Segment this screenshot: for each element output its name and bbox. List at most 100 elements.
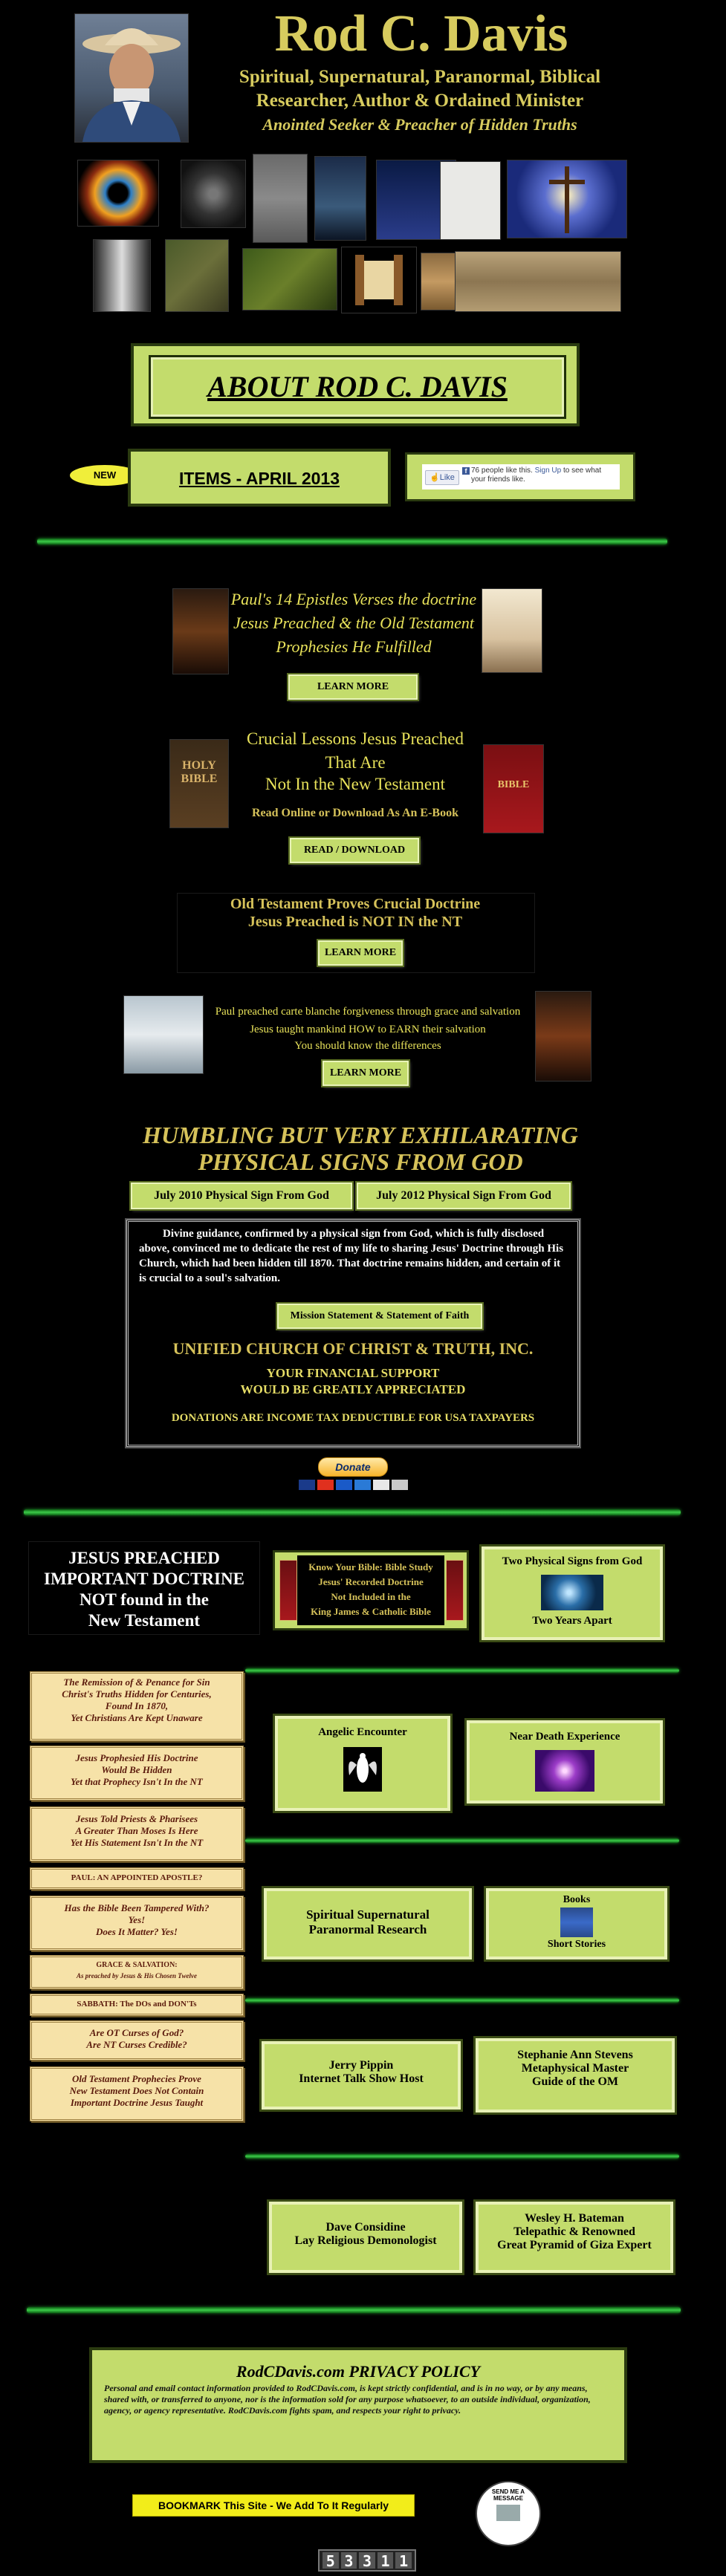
hit-counter: 5 3 3 1 1 [318,2549,416,2572]
left-link-grace[interactable]: GRACE & SALVATION: As preached by Jesus … [30,1955,244,1989]
paul-grace-line1: Paul preached carte blanche forgiveness … [215,1006,521,1018]
wesley-bateman-tile[interactable]: Wesley H. Bateman Telepathic & Renowned … [473,2199,675,2275]
steph-label-3: Guide of the OM [532,2075,618,2088]
spiritual-research-tile[interactable]: Spiritual Supernatural Paranormal Resear… [262,1886,474,1962]
left-link-remission[interactable]: The Remission of & Penance for Sin Chris… [30,1671,244,1741]
learn-more-button-1[interactable]: LEARN MORE [288,674,418,700]
send-message-badge[interactable]: SEND ME A MESSAGE [476,2481,541,2546]
two-signs-thumbnail [541,1575,603,1610]
dave-label-1: Dave Considine [325,2221,406,2234]
ot-proves-line2: Jesus Preached is NOT IN the NT [247,914,463,930]
mission-statement-button[interactable]: Mission Statement & Statement of Faith [277,1304,482,1329]
angel-icon [343,1747,382,1792]
divider-3 [245,1668,679,1673]
left-link-curses-l1: Are OT Curses of God? [89,2027,184,2038]
near-death-experience-tile[interactable]: Near Death Experience [464,1718,665,1806]
left-link-tampered-l1: Has the Bible Been Tampered With? [64,1902,210,1913]
site-subtitle-1: Spiritual, Supernatural, Paranormal, Bib… [239,67,601,87]
thumbs-up-icon: ☝ [430,473,440,482]
doctrine-line1: JESUS PREACHED [68,1549,220,1567]
stephanie-stevens-tile[interactable]: Stephanie Ann Stevens Metaphysical Maste… [473,2036,677,2115]
tax-deductible-note: DONATIONS ARE INCOME TAX DEDUCTIBLE FOR … [171,1412,535,1424]
july-2012-sign-button[interactable]: July 2012 Physical Sign From God [357,1183,571,1209]
header: Rod C. Davis Spiritual, Supernatural, Pa… [0,0,726,323]
kyb-left-bible-icon [279,1560,297,1621]
doctrine-line2: IMPORTANT DOCTRINE [44,1570,244,1588]
helix-nebula-image [77,160,159,227]
left-link-tampered[interactable]: Has the Bible Been Tampered With? Yes! D… [30,1896,244,1951]
holy-bible-label: HOLY BIBLE [181,759,218,785]
site-subtitle-2: Researcher, Author & Ordained Minister [256,91,584,111]
left-link-ot-l3: Important Doctrine Jesus Taught [70,2097,204,2108]
divider-2 [24,1509,681,1515]
steph-label-1: Stephanie Ann Stevens [517,2049,633,2061]
left-link-grace-l2: As preached by Jesus & His Chosen Twelve [77,1972,197,1980]
steph-label-2: Metaphysical Master [521,2062,629,2075]
divider-1 [37,539,667,544]
red-bible-label: BIBLE [497,779,530,790]
facebook-signup-link[interactable]: Sign Up [535,466,562,475]
promo-crucial-line2: That Are [325,753,386,772]
payment-cards-icons [299,1480,410,1490]
donate-button[interactable]: Donate [318,1457,388,1477]
about-banner[interactable]: ABOUT ROD C. DAVIS [149,355,566,419]
items-april-2013-link[interactable]: ITEMS - APRIL 2013 [131,452,388,504]
church-name: UNIFIED CHURCH OF CHRIST & TRUTH, INC. [172,1339,534,1358]
crucifix-image [507,160,627,238]
donate-label: Donate [335,1461,371,1473]
books-short-stories-tile[interactable]: Books Short Stories [484,1886,670,1962]
kyb-line2: Jesus' Recorded Doctrine [318,1576,424,1587]
paul-grace-line3: You should know the differences [294,1040,441,1052]
about-banner-label: ABOUT ROD C. DAVIS [207,370,508,403]
jerry-label-1: Jerry Pippin [328,2059,394,2072]
kyb-line4: King James & Catholic Bible [311,1606,431,1617]
learn-more-button-2[interactable]: LEARN MORE [318,940,403,966]
support-line1: YOUR FINANCIAL SUPPORT [266,1366,440,1380]
learn-more-button-3[interactable]: LEARN MORE [323,1061,409,1086]
ssr-label-2: Paranormal Research [308,1922,427,1936]
left-link-paul-apostle[interactable]: PAUL: AN APPOINTED APOSTLE? [30,1867,244,1890]
angelic-encounter-tile[interactable]: Angelic Encounter [273,1714,453,1813]
mission-paragraph: Divine guidance, confirmed by a physical… [139,1228,564,1284]
hieroglyph-relief-image [455,251,621,312]
facebook-like-widget: ☝Like f 76 people like this. Sign Up to … [407,455,633,499]
facebook-like-label: Like [439,473,455,482]
new-badge: NEW [70,465,140,486]
two-physical-signs-tile[interactable]: Two Physical Signs from God Two Years Ap… [479,1544,665,1642]
bookmark-label: BOOKMARK This Site - We Add To It Regula… [158,2499,389,2511]
left-link-remission-l1: The Remission of & Penance for Sin [63,1676,210,1688]
torah-scroll-image [341,247,417,313]
jerry-pippin-tile[interactable]: Jerry Pippin Internet Talk Show Host [259,2039,463,2112]
bookmark-link[interactable]: BOOKMARK This Site - We Add To It Regula… [132,2494,415,2517]
doctrine-box[interactable]: JESUS PREACHED IMPORTANT DOCTRINE NOT fo… [28,1541,260,1635]
read-download-button[interactable]: READ / DOWNLOAD [290,838,419,863]
left-link-tampered-l3: Does It Matter? Yes! [96,1926,178,1937]
left-link-priests[interactable]: Jesus Told Priests & Pharisees A Greater… [30,1806,244,1861]
left-link-prophesied[interactable]: Jesus Prophesied His Doctrine Would Be H… [30,1746,244,1801]
near-death-label: Near Death Experience [509,1731,620,1743]
left-link-prophesied-l1: Jesus Prophesied His Doctrine [75,1752,198,1763]
left-link-curses[interactable]: Are OT Curses of God? Are NT Curses Cred… [30,2020,244,2061]
kyb-line1: Know Your Bible: Bible Study [308,1561,433,1572]
nde-tunnel-icon [535,1750,594,1792]
counter-digit: 1 [377,2552,394,2570]
tunnel-stairs-image [93,239,151,312]
promo-crucial-line4: Read Online or Download As An E-Book [252,807,458,819]
portal-image [181,160,246,228]
left-link-ot-l1: Old Testament Prophecies Prove [72,2073,201,2084]
privacy-title: RodCDavis.com PRIVACY POLICY [236,2362,481,2381]
wes-label-3: Great Pyramid of Giza Expert [497,2239,652,2251]
doctrine-line4: New Testament [88,1611,201,1630]
new-badge-label: NEW [93,469,117,481]
paul-writing-image [535,991,592,1082]
know-your-bible-link[interactable]: Know Your Bible: Bible Study Jesus' Reco… [275,1552,467,1628]
july-2010-sign-button[interactable]: July 2010 Physical Sign From God [131,1183,352,1209]
counter-digit: 5 [323,2552,339,2570]
dave-considine-tile[interactable]: Dave Considine Lay Religious Demonologis… [267,2199,464,2275]
facebook-count-text: 76 people like this. [471,466,533,475]
divider-4 [245,1838,679,1843]
left-link-sabbath[interactable]: SABBATH: The DOs and DON'Ts [30,1994,244,2016]
left-link-ot-l2: New Testament Does Not Contain [69,2085,204,2096]
facebook-like-button[interactable]: ☝Like [425,470,459,485]
left-link-ot-prophecies[interactable]: Old Testament Prophecies Prove New Testa… [30,2066,244,2121]
